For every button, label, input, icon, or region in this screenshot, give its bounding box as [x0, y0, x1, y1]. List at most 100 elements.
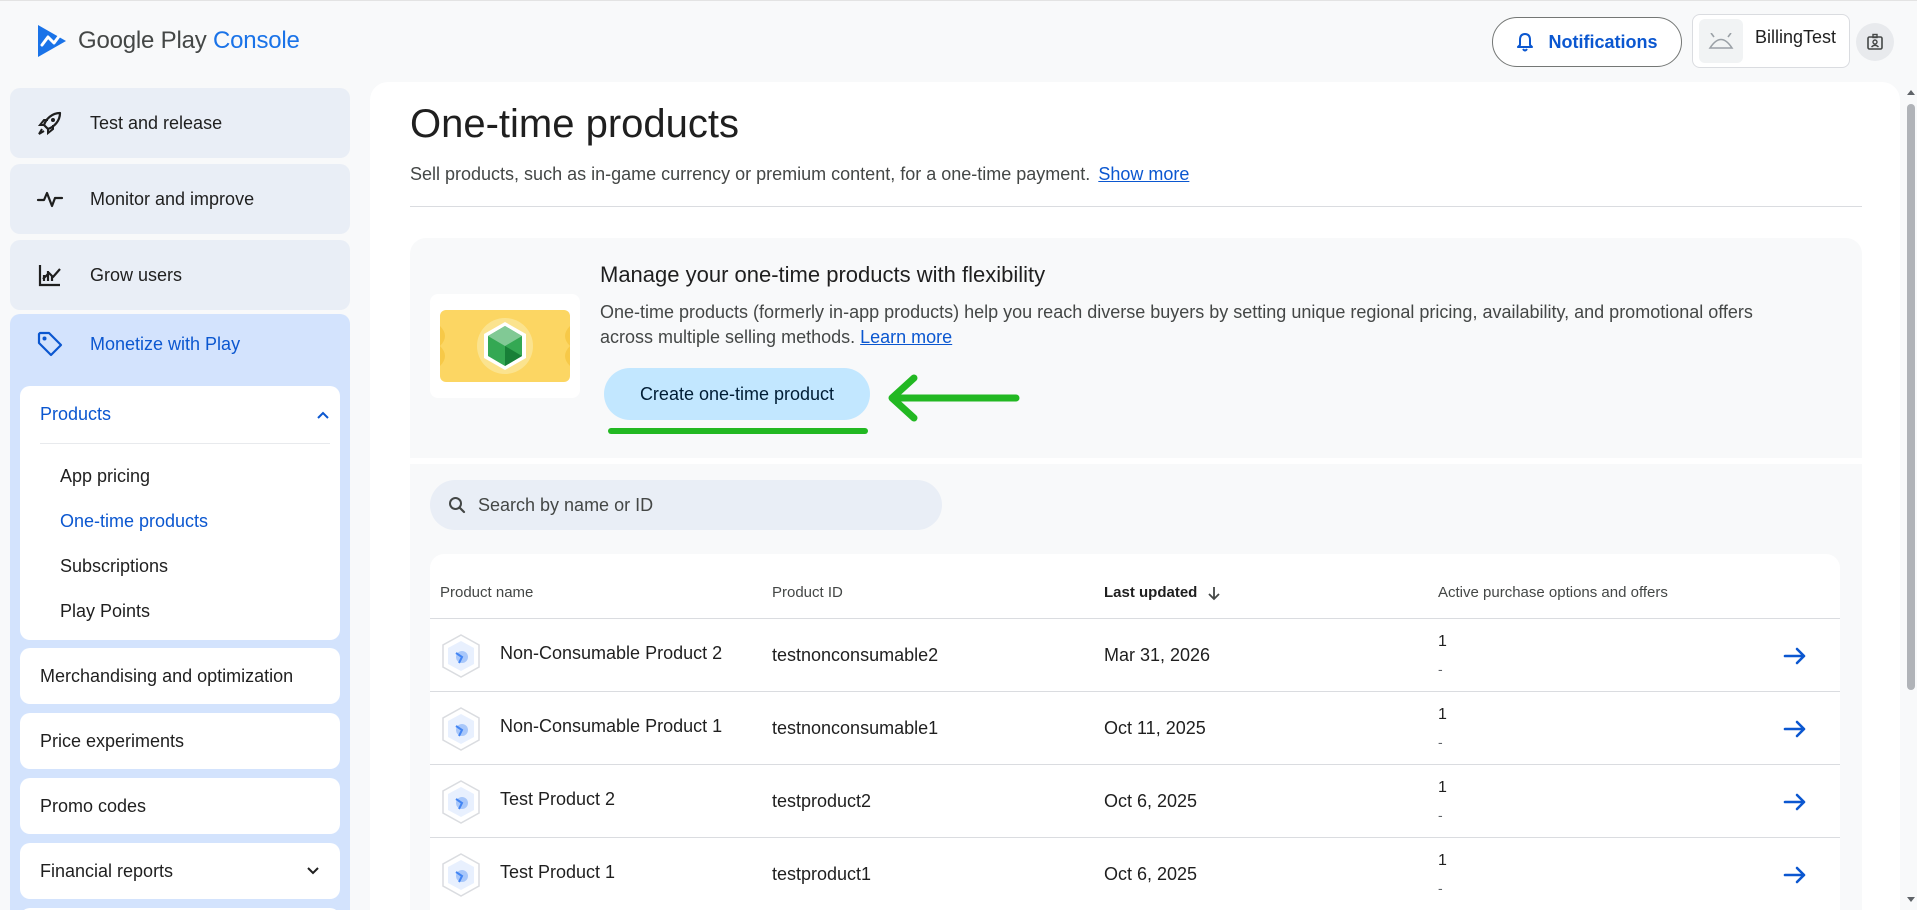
bell-icon [1517, 33, 1534, 52]
rocket-icon [37, 111, 62, 136]
product-id: testnonconsumable1 [772, 718, 939, 738]
active-offers-value: - [1438, 807, 1443, 823]
arrow-right-icon[interactable] [1780, 787, 1810, 817]
scroll-down-icon[interactable] [1906, 896, 1916, 904]
product-id: testproduct2 [772, 791, 872, 811]
annotation-underline [608, 428, 868, 434]
sidebar-group-monetize: Monetize with Play Products App pricing … [10, 314, 350, 910]
sidebar-item-price-experiments[interactable]: Price experiments [20, 713, 340, 769]
vitals-icon [36, 191, 64, 208]
product-thumbnail-icon [442, 853, 480, 897]
active-options-count: 1 [1438, 633, 1447, 650]
products-list-area: Product name Product ID Last updated Act… [410, 464, 1862, 910]
chevron-up-icon [317, 411, 329, 419]
sidebar-item-subscriptions[interactable]: Subscriptions [60, 556, 168, 577]
last-updated: Oct 6, 2025 [1104, 791, 1198, 811]
tag-icon [37, 331, 63, 357]
app-avatar [1699, 19, 1743, 63]
sidebar-label-promo-codes: Promo codes [40, 795, 147, 816]
product-id: testnonconsumable2 [772, 645, 939, 665]
table-row[interactable]: Test Product 1 testproduct1 Oct 6, 2025 … [430, 838, 1840, 910]
search-input[interactable] [478, 494, 918, 516]
learn-more-link[interactable]: Learn more [860, 327, 952, 347]
active-options-count: 1 [1438, 852, 1447, 869]
logo-google-text: Google Play [78, 27, 207, 54]
page-subtitle-text: Sell products, such as in-game currency … [410, 164, 1091, 184]
table-row[interactable]: Non-Consumable Product 2 testnonconsumab… [430, 619, 1840, 692]
annotation-arrow-icon [888, 374, 1020, 422]
arrow-right-icon[interactable] [1780, 860, 1810, 890]
page-title: One-time products [410, 102, 740, 146]
sidebar-label-price-experiments: Price experiments [40, 730, 185, 751]
account-switcher[interactable]: BillingTest [1692, 14, 1850, 68]
sidebar-item-monitor-and-improve[interactable]: Monitor and improve [10, 164, 350, 234]
last-updated: Oct 6, 2025 [1104, 864, 1198, 884]
notifications-label: Notifications [1548, 31, 1658, 52]
sidebar-label-grow-users: Grow users [90, 264, 183, 285]
active-options-count: 1 [1438, 779, 1447, 796]
arrow-right-icon[interactable] [1780, 714, 1810, 744]
column-header-last-updated[interactable]: Last updated [1104, 584, 1221, 601]
scrollbar-thumb[interactable] [1907, 104, 1915, 690]
sidebar-item-app-pricing[interactable]: App pricing [60, 466, 150, 487]
page-scrollbar[interactable] [1904, 82, 1917, 910]
developer-account-button[interactable] [1856, 23, 1894, 61]
column-header-last-updated-label: Last updated [1104, 584, 1198, 601]
divider [410, 206, 1862, 207]
sidebar-item-play-points[interactable]: Play Points [60, 601, 150, 622]
show-more-link[interactable]: Show more [1098, 164, 1189, 184]
active-offers-value: - [1438, 734, 1443, 750]
scroll-up-icon[interactable] [1906, 88, 1916, 96]
create-one-time-product-button[interactable]: Create one-time product [604, 368, 870, 420]
sidebar-item-monetize-with-play[interactable]: Monetize with Play [36, 330, 240, 358]
sidebar-item-merchandising[interactable]: Merchandising and optimization [20, 648, 340, 704]
play-console-logo[interactable]: Google Play Console [36, 23, 300, 59]
growth-icon [38, 265, 61, 287]
chevron-down-icon [307, 867, 319, 875]
account-name: BillingTest [1755, 26, 1837, 47]
banner-illustration [430, 294, 580, 398]
product-name: Test Product 1 [500, 862, 616, 882]
logo-text: Google Play Console [78, 27, 300, 55]
sidebar-label-merchandising: Merchandising and optimization [40, 665, 294, 686]
search-icon [449, 497, 466, 514]
sidebar-item-financial-reports[interactable]: Financial reports [20, 843, 340, 899]
badge-icon [1867, 33, 1883, 50]
sort-arrow-down-icon [1208, 586, 1220, 600]
product-name: Test Product 2 [500, 789, 616, 809]
sidebar: Test and release Monitor and improve Gro… [10, 88, 350, 910]
logo-console-text: Console [213, 27, 300, 54]
sidebar-label-test-and-release: Test and release [90, 112, 223, 133]
sidebar-item-promo-codes[interactable]: Promo codes [20, 778, 340, 834]
product-thumbnail-icon [442, 780, 480, 824]
gem-ticket-icon [440, 310, 570, 382]
sidebar-label-products: Products [40, 404, 112, 424]
android-icon [1708, 33, 1734, 49]
banner-description: One-time products (formerly in-app produ… [600, 300, 1800, 350]
sidebar-item-test-and-release[interactable]: Test and release [10, 88, 350, 158]
column-header-product-name[interactable]: Product name [440, 584, 533, 601]
active-options-count: 1 [1438, 706, 1447, 723]
info-banner: Manage your one-time products with flexi… [410, 238, 1862, 458]
search-bar[interactable] [430, 480, 942, 530]
sidebar-label-monetize: Monetize with Play [90, 333, 241, 354]
sidebar-label-monitor-and-improve: Monitor and improve [90, 188, 255, 209]
product-name: Non-Consumable Product 2 [500, 643, 723, 663]
product-id: testproduct1 [772, 864, 872, 884]
column-header-product-id[interactable]: Product ID [772, 584, 843, 601]
sidebar-item-grow-users[interactable]: Grow users [10, 240, 350, 310]
sidebar-item-one-time-products[interactable]: One-time products [60, 511, 208, 532]
page-subtitle: Sell products, such as in-game currency … [410, 164, 1189, 185]
active-offers-value: - [1438, 880, 1443, 896]
sidebar-products-toggle[interactable]: Products [40, 386, 330, 444]
table-row[interactable]: Test Product 2 testproduct2 Oct 6, 2025 … [430, 765, 1840, 838]
notifications-button[interactable]: Notifications [1492, 17, 1682, 67]
products-table: Product name Product ID Last updated Act… [430, 554, 1840, 910]
table-row[interactable]: Non-Consumable Product 1 testnonconsumab… [430, 692, 1840, 765]
sidebar-products-section: Products App pricing One-time products S… [20, 386, 340, 640]
banner-title: Manage your one-time products with flexi… [600, 262, 1046, 287]
last-updated: Mar 31, 2026 [1104, 645, 1211, 665]
arrow-right-icon[interactable] [1780, 641, 1810, 671]
product-name: Non-Consumable Product 1 [500, 716, 723, 736]
sidebar-label-financial-reports: Financial reports [40, 860, 174, 881]
